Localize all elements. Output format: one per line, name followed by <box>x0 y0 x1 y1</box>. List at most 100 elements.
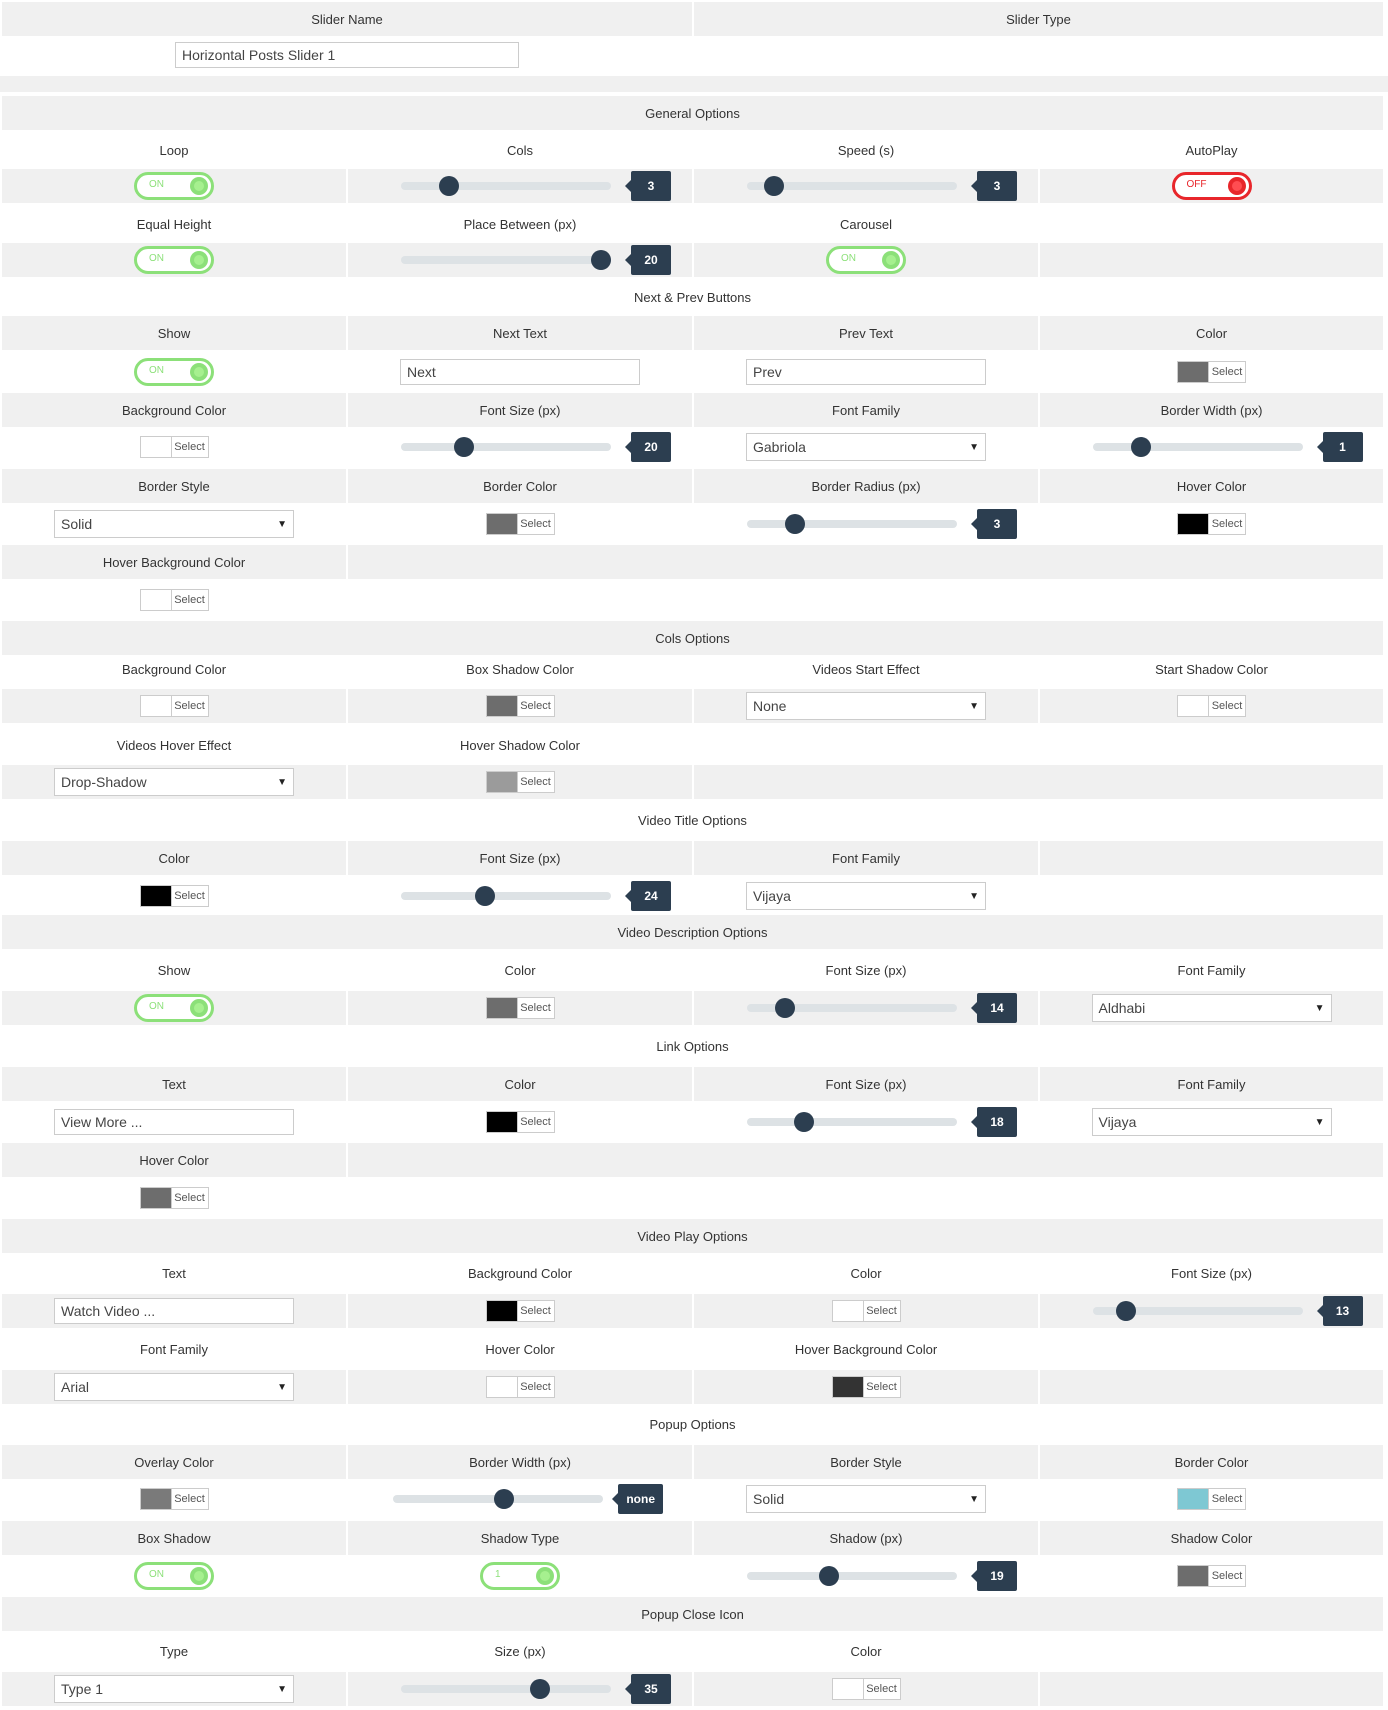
slider-thumb[interactable] <box>1116 1301 1137 1321</box>
slider-track <box>747 1572 957 1580</box>
hover-effect-select[interactable]: Drop-Shadow ▼ <box>54 768 294 796</box>
play-bg-color-picker[interactable]: Select <box>485 1300 555 1322</box>
section-video-description-options: Video Description Options <box>2 915 1383 949</box>
toggle-knob <box>190 177 208 195</box>
carousel-toggle[interactable]: ON <box>826 246 906 274</box>
slider-value: 19 <box>971 1561 1017 1591</box>
shadow-px-slider[interactable]: 19 <box>747 1561 1017 1591</box>
close-type-select[interactable]: Type 1 ▼ <box>54 1675 294 1703</box>
select-label: Select <box>1211 518 1243 530</box>
play-font-size-slider[interactable]: 13 <box>1092 1296 1363 1326</box>
cols-bg-color-picker[interactable]: Select <box>139 695 209 717</box>
play-hover-color-label: Hover Color <box>485 1341 555 1357</box>
slider-thumb[interactable] <box>774 998 795 1018</box>
play-hover-bg-color-picker[interactable]: Select <box>831 1376 901 1398</box>
empty-cell <box>1040 1370 1383 1404</box>
play-text-input[interactable]: Watch Video ... <box>54 1298 294 1324</box>
slider-thumb[interactable] <box>764 176 785 196</box>
color-swatch <box>140 1188 172 1208</box>
hover-color-picker[interactable]: Select <box>1177 513 1246 535</box>
play-color-picker[interactable]: Select <box>831 1300 901 1322</box>
border-color-picker[interactable]: Select <box>485 513 555 535</box>
shadow-color-picker[interactable]: Select <box>1177 1565 1246 1587</box>
popup-border-style-select[interactable]: Solid ▼ <box>746 1485 986 1513</box>
link-font-size-slider[interactable]: 18 <box>747 1107 1017 1137</box>
play-hover-bg-color-cell: Select <box>694 1370 1038 1404</box>
font-size-slider[interactable]: 20 <box>401 432 671 462</box>
play-hover-color-picker[interactable]: Select <box>485 1376 555 1398</box>
shadow-type-label: Shadow Type <box>348 1521 692 1555</box>
place-between-cell: 20 <box>348 243 692 277</box>
slider-thumb[interactable] <box>793 1112 814 1132</box>
link-color-picker[interactable]: Select <box>485 1111 555 1133</box>
desc-color-picker[interactable]: Select <box>485 997 555 1019</box>
play-font-family-select[interactable]: Arial ▼ <box>54 1373 294 1401</box>
slider-thumb[interactable] <box>439 176 460 196</box>
link-hover-color-label: Hover Color <box>2 1143 346 1177</box>
slider-thumb[interactable] <box>1130 437 1151 457</box>
section-link-options: Link Options <box>656 1038 729 1054</box>
slider-thumb[interactable] <box>785 514 806 534</box>
hover-bg-color-picker[interactable]: Select <box>139 589 209 611</box>
popup-border-color-picker[interactable]: Select <box>1177 1488 1246 1510</box>
font-family-select[interactable]: Gabriola ▼ <box>746 433 986 461</box>
border-radius-slider[interactable]: 3 <box>747 509 1017 539</box>
play-font-size-label: Font Size (px) <box>1171 1265 1252 1281</box>
slider-thumb[interactable] <box>590 250 611 270</box>
box-shadow-toggle[interactable]: ON <box>134 1562 214 1590</box>
show-toggle[interactable]: ON <box>134 358 214 386</box>
slider-thumb[interactable] <box>529 1679 550 1699</box>
slider-thumb[interactable] <box>494 1489 515 1509</box>
start-effect-select[interactable]: None ▼ <box>746 692 986 720</box>
title-font-size-slider[interactable]: 24 <box>401 881 671 911</box>
border-color-cell: Select <box>348 507 692 541</box>
slider-thumb[interactable] <box>475 886 495 906</box>
speed-slider[interactable]: 3 <box>747 171 1017 201</box>
popup-border-width-slider[interactable]: none <box>393 1484 663 1514</box>
slider-thumb[interactable] <box>818 1566 839 1586</box>
color-picker[interactable]: Select <box>1177 361 1246 383</box>
border-width-slider[interactable]: 1 <box>1092 432 1363 462</box>
loop-cell: ON <box>2 169 346 203</box>
slider-name-input[interactable]: Horizontal Posts Slider 1 <box>175 42 519 68</box>
color-swatch <box>832 1377 864 1397</box>
section-popup-close-icon: Popup Close Icon <box>2 1597 1383 1631</box>
border-style-select[interactable]: Solid ▼ <box>54 510 294 538</box>
autoplay-toggle[interactable]: OFF <box>1171 172 1252 200</box>
link-font-size-label: Font Size (px) <box>694 1067 1038 1101</box>
title-font-family-select[interactable]: Vijaya ▼ <box>746 882 986 910</box>
prev-text-input[interactable]: Prev <box>746 359 986 385</box>
link-text-input[interactable]: View More ... <box>54 1109 294 1135</box>
hover-color-label: Hover Color <box>1040 469 1383 503</box>
bg-color-picker[interactable]: Select <box>139 436 209 458</box>
next-text-input[interactable]: Next <box>400 359 640 385</box>
cols-slider[interactable]: 3 <box>401 171 671 201</box>
desc-font-family-select[interactable]: Aldhabi ▼ <box>1091 994 1332 1022</box>
title-color-picker[interactable]: Select <box>139 885 209 907</box>
bg-color-label: Background Color <box>2 393 346 427</box>
font-family-cell: Gabriola ▼ <box>694 430 1038 464</box>
link-font-family-select[interactable]: Vijaya ▼ <box>1091 1108 1332 1136</box>
start-shadow-color-picker[interactable]: Select <box>1177 695 1246 717</box>
box-shadow-color-picker[interactable]: Select <box>485 695 555 717</box>
slider-value: 14 <box>971 993 1017 1023</box>
section-next-prev-buttons: Next & Prev Buttons <box>633 289 752 305</box>
close-size-slider[interactable]: 35 <box>401 1674 671 1704</box>
place-between-slider[interactable]: 20 <box>401 245 671 275</box>
equal-height-toggle[interactable]: ON <box>134 246 214 274</box>
border-color-label: Border Color <box>348 469 692 503</box>
slider-value: 1 <box>1316 432 1363 462</box>
overlay-color-picker[interactable]: Select <box>139 1488 209 1510</box>
loop-toggle[interactable]: ON <box>134 172 214 200</box>
slider-thumb[interactable] <box>454 437 474 457</box>
link-hover-color-picker[interactable]: Select <box>139 1187 209 1209</box>
select-value: Solid <box>61 516 93 532</box>
play-bg-color-label: Background Color <box>467 1265 573 1281</box>
hover-shadow-color-picker[interactable]: Select <box>485 771 555 793</box>
close-color-picker[interactable]: Select <box>831 1678 901 1700</box>
link-font-family-label: Font Family <box>1040 1067 1383 1101</box>
desc-font-size-slider[interactable]: 14 <box>747 993 1017 1023</box>
popup-border-width-cell: none <box>348 1482 692 1516</box>
shadow-type-toggle[interactable]: 1 <box>480 1562 560 1590</box>
desc-show-toggle[interactable]: ON <box>134 994 214 1022</box>
